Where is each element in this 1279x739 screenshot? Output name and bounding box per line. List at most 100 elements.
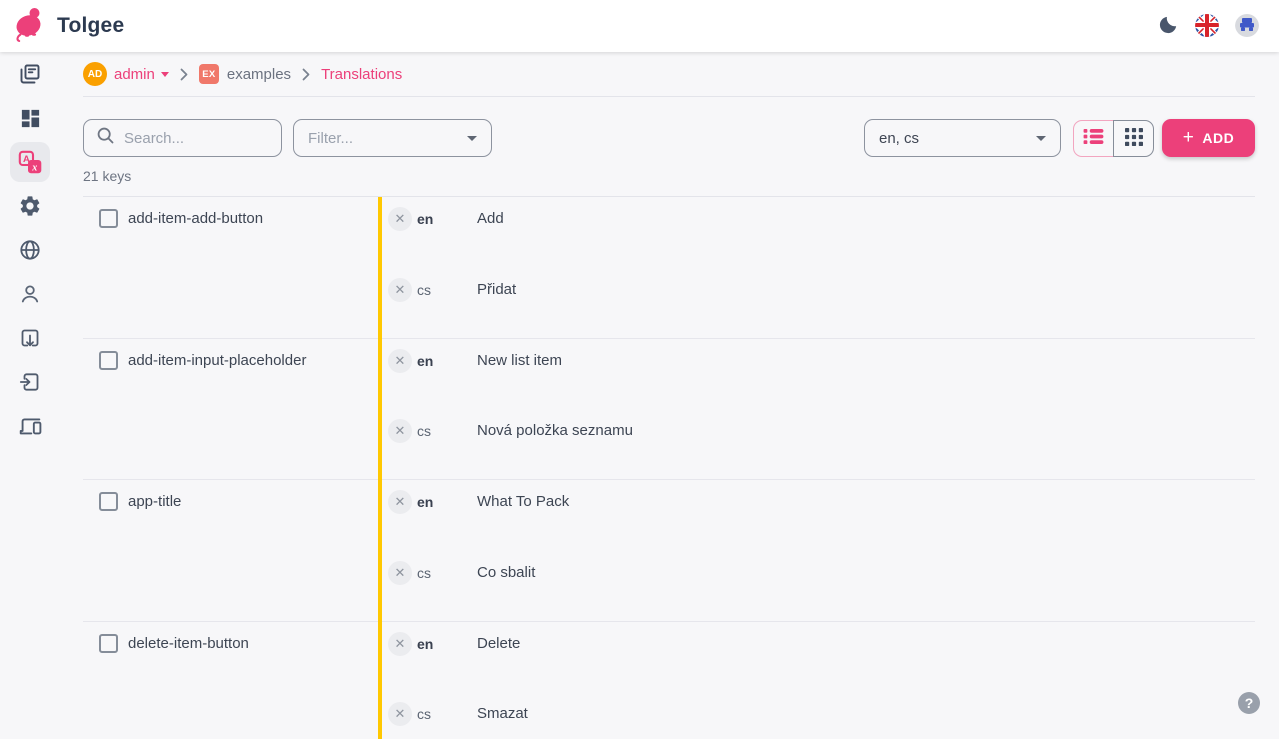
translation-state-icon[interactable]: ✕ (388, 419, 412, 443)
sidebar-item-import[interactable] (0, 360, 60, 404)
language-code: cs (417, 561, 477, 585)
breadcrumb-project[interactable]: examples (227, 66, 291, 83)
translation-text: What To Pack (477, 490, 569, 514)
translation-state-icon[interactable]: ✕ (388, 561, 412, 585)
key-cell[interactable]: add-item-add-button (83, 197, 378, 338)
row-checkbox[interactable] (99, 634, 118, 653)
translations-icon: A x (10, 142, 50, 182)
sidebar-item-members[interactable] (0, 272, 60, 316)
key-name: app-title (128, 490, 181, 514)
language-code: en (417, 632, 477, 656)
row-checkbox[interactable] (99, 492, 118, 511)
languages-select-value: en, cs (879, 130, 919, 147)
help-button[interactable]: ? (1238, 692, 1260, 714)
main-sidebar: A x (0, 52, 60, 739)
translations-cell: ✕enDelete✕csSmazat (378, 622, 1255, 739)
languages-select[interactable]: en, cs (864, 119, 1061, 157)
search-box[interactable] (83, 119, 282, 157)
translation-row-cs[interactable]: ✕csPřidat (388, 268, 1255, 339)
key-name: add-item-input-placeholder (128, 349, 306, 373)
key-cell[interactable]: add-item-input-placeholder (83, 339, 378, 480)
breadcrumb-user-menu[interactable]: admin (114, 66, 169, 83)
translation-text: Add (477, 207, 504, 231)
dark-mode-toggle[interactable] (1157, 14, 1179, 39)
translation-row-cs[interactable]: ✕csCo sbalit (388, 551, 1255, 622)
translation-row-cs[interactable]: ✕csSmazat (388, 692, 1255, 739)
language-code: cs (417, 419, 477, 443)
translations-table-rows: add-item-add-button✕enAdd✕csPřidatadd-it… (83, 197, 1255, 739)
main-content: AD admin EX examples Translations Filter… (60, 52, 1279, 739)
translation-row-en[interactable]: ✕enDelete (388, 622, 1255, 693)
key-name: add-item-add-button (128, 207, 263, 231)
translation-row-en[interactable]: ✕enNew list item (388, 339, 1255, 410)
breadcrumb-current-page: Translations (321, 66, 402, 83)
language-code: cs (417, 702, 477, 726)
search-input[interactable] (124, 130, 254, 147)
translation-text: Nová položka seznamu (477, 419, 633, 443)
translation-state-icon[interactable]: ✕ (388, 490, 412, 514)
moon-icon (1157, 14, 1179, 39)
translation-state-icon[interactable]: ✕ (388, 349, 412, 373)
globe-icon (10, 230, 50, 270)
translations-toolbar: Filter... en, cs (83, 119, 1255, 157)
sidebar-item-translations[interactable]: A x (0, 140, 60, 184)
list-view-toggle[interactable] (1073, 120, 1114, 157)
export-download-icon (10, 318, 50, 358)
user-initials-avatar[interactable]: AD (83, 62, 107, 86)
person-icon (10, 274, 50, 314)
translation-row-en[interactable]: ✕enAdd (388, 197, 1255, 268)
sidebar-item-languages[interactable] (0, 228, 60, 272)
sidebar-item-export[interactable] (0, 316, 60, 360)
translations-table: add-item-add-button✕enAdd✕csPřidatadd-it… (83, 196, 1255, 739)
user-menu-avatar[interactable] (1235, 14, 1259, 38)
chevron-down-icon (467, 136, 477, 141)
grid-view-toggle[interactable] (1113, 120, 1154, 157)
key-name: delete-item-button (128, 632, 249, 656)
language-code: cs (417, 278, 477, 302)
search-icon (96, 126, 115, 150)
filter-select-label: Filter... (308, 130, 353, 147)
view-mode-toggle (1073, 120, 1154, 157)
translation-text: Co sbalit (477, 561, 535, 585)
top-app-bar: Tolgee (0, 0, 1279, 52)
keys-count: 21 keys (83, 168, 1255, 184)
translations-cell: ✕enWhat To Pack✕csCo sbalit (378, 480, 1255, 621)
translation-state-icon[interactable]: ✕ (388, 207, 412, 231)
row-checkbox[interactable] (99, 351, 118, 370)
list-view-icon (1083, 128, 1104, 148)
table-row: app-title✕enWhat To Pack✕csCo sbalit (83, 480, 1255, 622)
question-mark-icon: ? (1245, 695, 1254, 711)
key-cell[interactable]: app-title (83, 480, 378, 621)
key-cell[interactable]: delete-item-button (83, 622, 378, 739)
grid-view-icon (1125, 128, 1143, 149)
row-checkbox[interactable] (99, 209, 118, 228)
translation-row-en[interactable]: ✕enWhat To Pack (388, 480, 1255, 551)
translation-text: Smazat (477, 702, 528, 726)
import-file-icon (10, 362, 50, 402)
settings-gear-icon (10, 186, 50, 226)
sidebar-item-projects[interactable] (0, 52, 60, 96)
sidebar-item-dashboard[interactable] (0, 96, 60, 140)
devices-icon (10, 406, 50, 446)
add-key-button-label: ADD (1202, 130, 1234, 146)
translation-state-icon[interactable]: ✕ (388, 632, 412, 656)
app-title: Tolgee (57, 14, 124, 38)
topbar-actions (1157, 14, 1259, 39)
breadcrumb-user-label: admin (114, 66, 155, 83)
add-key-button[interactable]: + ADD (1162, 119, 1255, 157)
projects-icon (10, 54, 50, 94)
sidebar-item-settings[interactable] (0, 184, 60, 228)
plus-icon: + (1183, 128, 1195, 147)
translation-row-cs[interactable]: ✕csNová položka seznamu (388, 409, 1255, 480)
table-row: add-item-add-button✕enAdd✕csPřidat (83, 197, 1255, 339)
ui-language-selector[interactable] (1195, 14, 1219, 38)
sidebar-item-integrate[interactable] (0, 404, 60, 448)
translation-state-icon[interactable]: ✕ (388, 278, 412, 302)
language-code: en (417, 207, 477, 231)
brand[interactable]: Tolgee (13, 5, 124, 47)
table-row: add-item-input-placeholder ✕enNew list it… (83, 339, 1255, 481)
project-initials-badge[interactable]: EX (199, 64, 219, 84)
translation-state-icon[interactable]: ✕ (388, 702, 412, 726)
filter-select[interactable]: Filter... (293, 119, 492, 157)
tolgee-mouse-logo (13, 5, 46, 47)
